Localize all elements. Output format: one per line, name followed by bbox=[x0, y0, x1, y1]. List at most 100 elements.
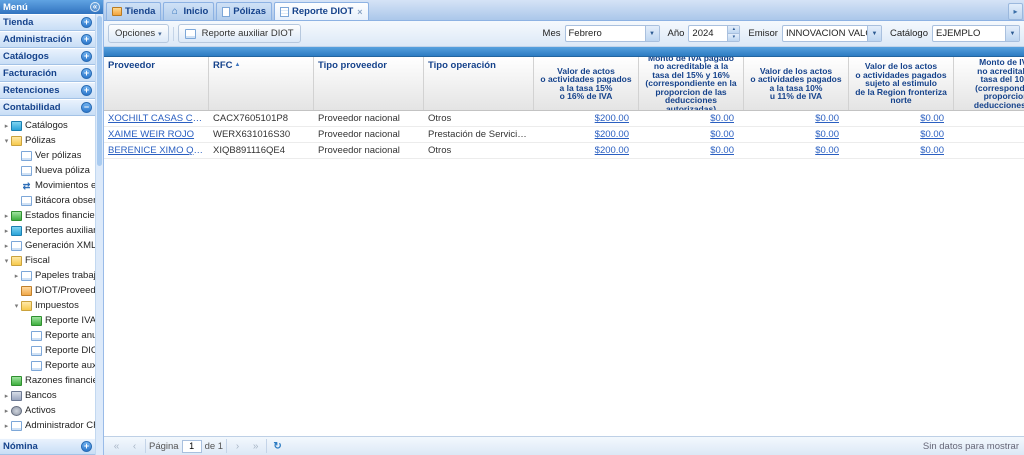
expand-plus-icon[interactable]: + bbox=[81, 85, 92, 96]
table-cell[interactable]: $200.00 bbox=[534, 143, 639, 158]
tree-item[interactable]: ▸ Bancos bbox=[0, 388, 95, 403]
chevron-down-icon[interactable]: ▼ bbox=[1005, 26, 1019, 41]
expand-plus-icon[interactable]: + bbox=[81, 68, 92, 79]
grid-header-cell[interactable]: Valor de los actos o actividades pagados… bbox=[744, 57, 849, 110]
expand-plus-icon[interactable]: + bbox=[81, 441, 92, 452]
expand-arrow-icon[interactable]: ▸ bbox=[2, 407, 11, 415]
expand-arrow-icon[interactable]: ▸ bbox=[2, 392, 11, 400]
expand-arrow-icon[interactable]: ▾ bbox=[2, 137, 11, 145]
tab-scroll-right-icon[interactable]: ▸ bbox=[1008, 3, 1023, 20]
table-row[interactable]: XOCHILT CASAS CHAVEZCACX7605101P8Proveed… bbox=[104, 111, 1024, 127]
grid-header-cell[interactable]: Monto de IVA no acreditable tasa del 10%… bbox=[954, 57, 1024, 110]
tree-item[interactable]: ▾ Pólizas bbox=[0, 133, 95, 148]
tree-item[interactable]: ▸ Papeles trabajo bbox=[0, 268, 95, 283]
anio-spinner[interactable]: 2024 ▴ ▾ bbox=[688, 25, 740, 42]
tree-item[interactable]: ▸ Administrador CFDI bbox=[0, 418, 95, 433]
expand-arrow-icon[interactable]: ▸ bbox=[2, 227, 11, 235]
collapse-minus-icon[interactable]: − bbox=[81, 102, 92, 113]
grid-header-cell[interactable]: Proveedor bbox=[104, 57, 209, 110]
table-cell[interactable]: $0.00 bbox=[849, 111, 954, 126]
first-page-button[interactable]: « bbox=[109, 439, 124, 454]
prev-page-button[interactable]: ‹ bbox=[127, 439, 142, 454]
expand-arrow-icon[interactable]: ▸ bbox=[2, 122, 11, 130]
expand-arrow-icon[interactable]: ▸ bbox=[2, 242, 11, 250]
emisor-combo[interactable]: INNOVACION VALOR ▼ bbox=[782, 25, 882, 42]
expand-plus-icon[interactable]: + bbox=[81, 34, 92, 45]
table-cell[interactable]: $200.00 bbox=[534, 111, 639, 126]
table-cell[interactable]: $0.00 bbox=[744, 127, 849, 142]
tree-item[interactable]: ▾ Impuestos bbox=[0, 298, 95, 313]
grid-header-cell[interactable]: RFC ▲ bbox=[209, 57, 314, 110]
tree-item[interactable]: Reporte DIOT bbox=[0, 343, 95, 358]
tree-item[interactable]: Nueva póliza bbox=[0, 163, 95, 178]
table-cell[interactable]: $0.00 bbox=[639, 111, 744, 126]
sidebar-section[interactable]: Retenciones + bbox=[0, 82, 95, 99]
sidebar-section[interactable]: Tienda + bbox=[0, 14, 95, 31]
expand-plus-icon[interactable]: + bbox=[81, 17, 92, 28]
grid-header-cell[interactable]: Valor de los actos o actividades pagados… bbox=[849, 57, 954, 110]
spinner-up-icon[interactable]: ▴ bbox=[728, 26, 739, 33]
tree-item[interactable]: ▸ Generación XML bbox=[0, 238, 95, 253]
tree-item[interactable]: Reporte IVA bbox=[0, 313, 95, 328]
tab[interactable]: Pólizas bbox=[216, 2, 272, 20]
tree-item[interactable]: Bitácora observacio bbox=[0, 193, 95, 208]
refresh-button[interactable]: ↻ bbox=[270, 439, 285, 454]
catalogo-combo[interactable]: EJEMPLO ▼ bbox=[932, 25, 1020, 42]
table-cell[interactable]: $0.00 bbox=[744, 111, 849, 126]
tab-close-icon[interactable]: × bbox=[357, 7, 362, 17]
table-cell[interactable]: XOCHILT CASAS CHAVEZ bbox=[104, 111, 209, 126]
table-cell[interactable]: XAIME WEIR ROJO bbox=[104, 127, 209, 142]
tab[interactable]: Tienda bbox=[106, 2, 161, 20]
page-input[interactable] bbox=[182, 440, 202, 453]
sidebar-section-nomina[interactable]: Nómina + bbox=[0, 438, 95, 455]
spinner-down-icon[interactable]: ▾ bbox=[728, 33, 739, 41]
expand-plus-icon[interactable]: + bbox=[81, 51, 92, 62]
table-cell[interactable]: $0.00 bbox=[849, 127, 954, 142]
expand-arrow-icon[interactable]: ▸ bbox=[12, 272, 21, 280]
grid-header-cell[interactable]: Tipo proveedor bbox=[314, 57, 424, 110]
tree-item[interactable]: ▾ Fiscal bbox=[0, 253, 95, 268]
expand-arrow-icon[interactable]: ▾ bbox=[12, 302, 21, 310]
tree-item[interactable]: ▸ Activos bbox=[0, 403, 95, 418]
tab[interactable]: ⌂ Inicio bbox=[163, 2, 214, 20]
table-cell[interactable]: $0.00 bbox=[639, 143, 744, 158]
chevron-down-icon[interactable]: ▼ bbox=[645, 26, 659, 41]
spinner-buttons[interactable]: ▴ ▾ bbox=[727, 26, 739, 41]
grid-header-cell[interactable]: Valor de actos o actividades pagados a l… bbox=[534, 57, 639, 110]
aux-report-button[interactable]: Reporte auxiliar DIOT bbox=[178, 24, 301, 43]
sidebar-section[interactable]: Facturación + bbox=[0, 65, 95, 82]
table-row[interactable]: BERENICE XIMO QUEZADAXIQB891116QE4Provee… bbox=[104, 143, 1024, 159]
options-button[interactable]: Opciones ▾ bbox=[108, 24, 169, 43]
tree-item[interactable]: ⇄ Movimientos entre p bbox=[0, 178, 95, 193]
table-cell[interactable]: BERENICE XIMO QUEZADA bbox=[104, 143, 209, 158]
tree-item[interactable]: ▸ Reportes auxiliares bbox=[0, 223, 95, 238]
next-page-button[interactable]: › bbox=[230, 439, 245, 454]
table-cell[interactable]: $0.00 bbox=[639, 127, 744, 142]
sidebar-section-contabilidad[interactable]: Contabilidad − bbox=[0, 99, 95, 116]
tab[interactable]: Reporte DIOT × bbox=[274, 2, 369, 20]
table-cell[interactable]: $200.00 bbox=[534, 127, 639, 142]
tree-item[interactable]: DIOT/Proveedores bbox=[0, 283, 95, 298]
tree-item[interactable]: Razones financieras bbox=[0, 373, 95, 388]
grid-header-cell[interactable]: Tipo operación bbox=[424, 57, 534, 110]
table-cell[interactable]: $0.00 bbox=[849, 143, 954, 158]
sidebar-section[interactable]: Catálogos + bbox=[0, 48, 95, 65]
last-page-button[interactable]: » bbox=[248, 439, 263, 454]
sidebar-scrollbar[interactable] bbox=[95, 14, 103, 455]
grid-header-cell[interactable]: Monto de IVA pagado no acreditable a la … bbox=[639, 57, 744, 110]
mes-combo[interactable]: Febrero ▼ bbox=[565, 25, 660, 42]
tree-item[interactable]: ▸ Estados financieros bbox=[0, 208, 95, 223]
tree-item[interactable]: Ver pólizas bbox=[0, 148, 95, 163]
table-row[interactable]: XAIME WEIR ROJOWERX631016S30Proveedor na… bbox=[104, 127, 1024, 143]
tree-item[interactable]: Reporte auxiliar bbox=[0, 358, 95, 373]
expand-arrow-icon[interactable]: ▸ bbox=[2, 212, 11, 220]
sidebar-section[interactable]: Administración + bbox=[0, 31, 95, 48]
expand-arrow-icon[interactable]: ▾ bbox=[2, 257, 11, 265]
tree-item[interactable]: Reporte anual de bbox=[0, 328, 95, 343]
scrollbar-thumb[interactable] bbox=[97, 16, 102, 166]
tree-item[interactable]: ▸ Catálogos bbox=[0, 118, 95, 133]
expand-arrow-icon[interactable]: ▸ bbox=[2, 422, 11, 430]
collapse-panel-icon[interactable]: « bbox=[90, 2, 100, 12]
chevron-down-icon[interactable]: ▼ bbox=[867, 26, 881, 41]
table-cell[interactable]: $0.00 bbox=[744, 143, 849, 158]
